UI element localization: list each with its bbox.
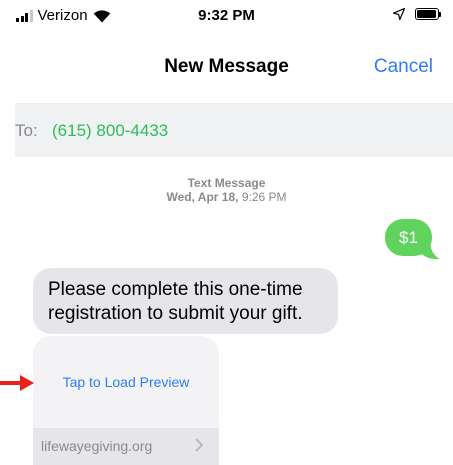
recipient-value[interactable]: (615) 800-4433 (52, 121, 168, 141)
red-arrow-icon (0, 375, 34, 391)
recipient-label: To: (15, 121, 38, 140)
sent-message-bubble[interactable]: $1 (385, 219, 432, 256)
received-message-bubble[interactable]: Please complete this one-time registrati… (33, 268, 338, 334)
status-time: 9:32 PM (198, 7, 255, 24)
location-icon (393, 8, 405, 20)
received-message-text: Please complete this one-time registrati… (48, 279, 303, 324)
timestamp-day: Wed, Apr 18, (166, 190, 239, 204)
message-timestamp: Wed, Apr 18, 9:26 PM (0, 190, 453, 204)
cancel-button[interactable]: Cancel (374, 56, 433, 78)
link-domain: lifewayegiving.org (41, 438, 153, 454)
recipient-field[interactable]: To: (615) 800-4433 (15, 103, 453, 157)
battery-icon (415, 8, 441, 20)
link-preview-footer[interactable]: lifewayegiving.org (33, 428, 219, 465)
status-bar-right (393, 8, 441, 20)
message-type-label: Text Message (187, 176, 266, 190)
tap-to-load-preview-button[interactable]: Tap to Load Preview (33, 374, 219, 390)
chevron-right-icon (195, 438, 203, 452)
link-preview-card[interactable]: Tap to Load Preview lifewayegiving.org (33, 336, 219, 465)
sent-message-text: $1 (399, 228, 418, 247)
timestamp-time: 9:26 PM (241, 190, 287, 204)
